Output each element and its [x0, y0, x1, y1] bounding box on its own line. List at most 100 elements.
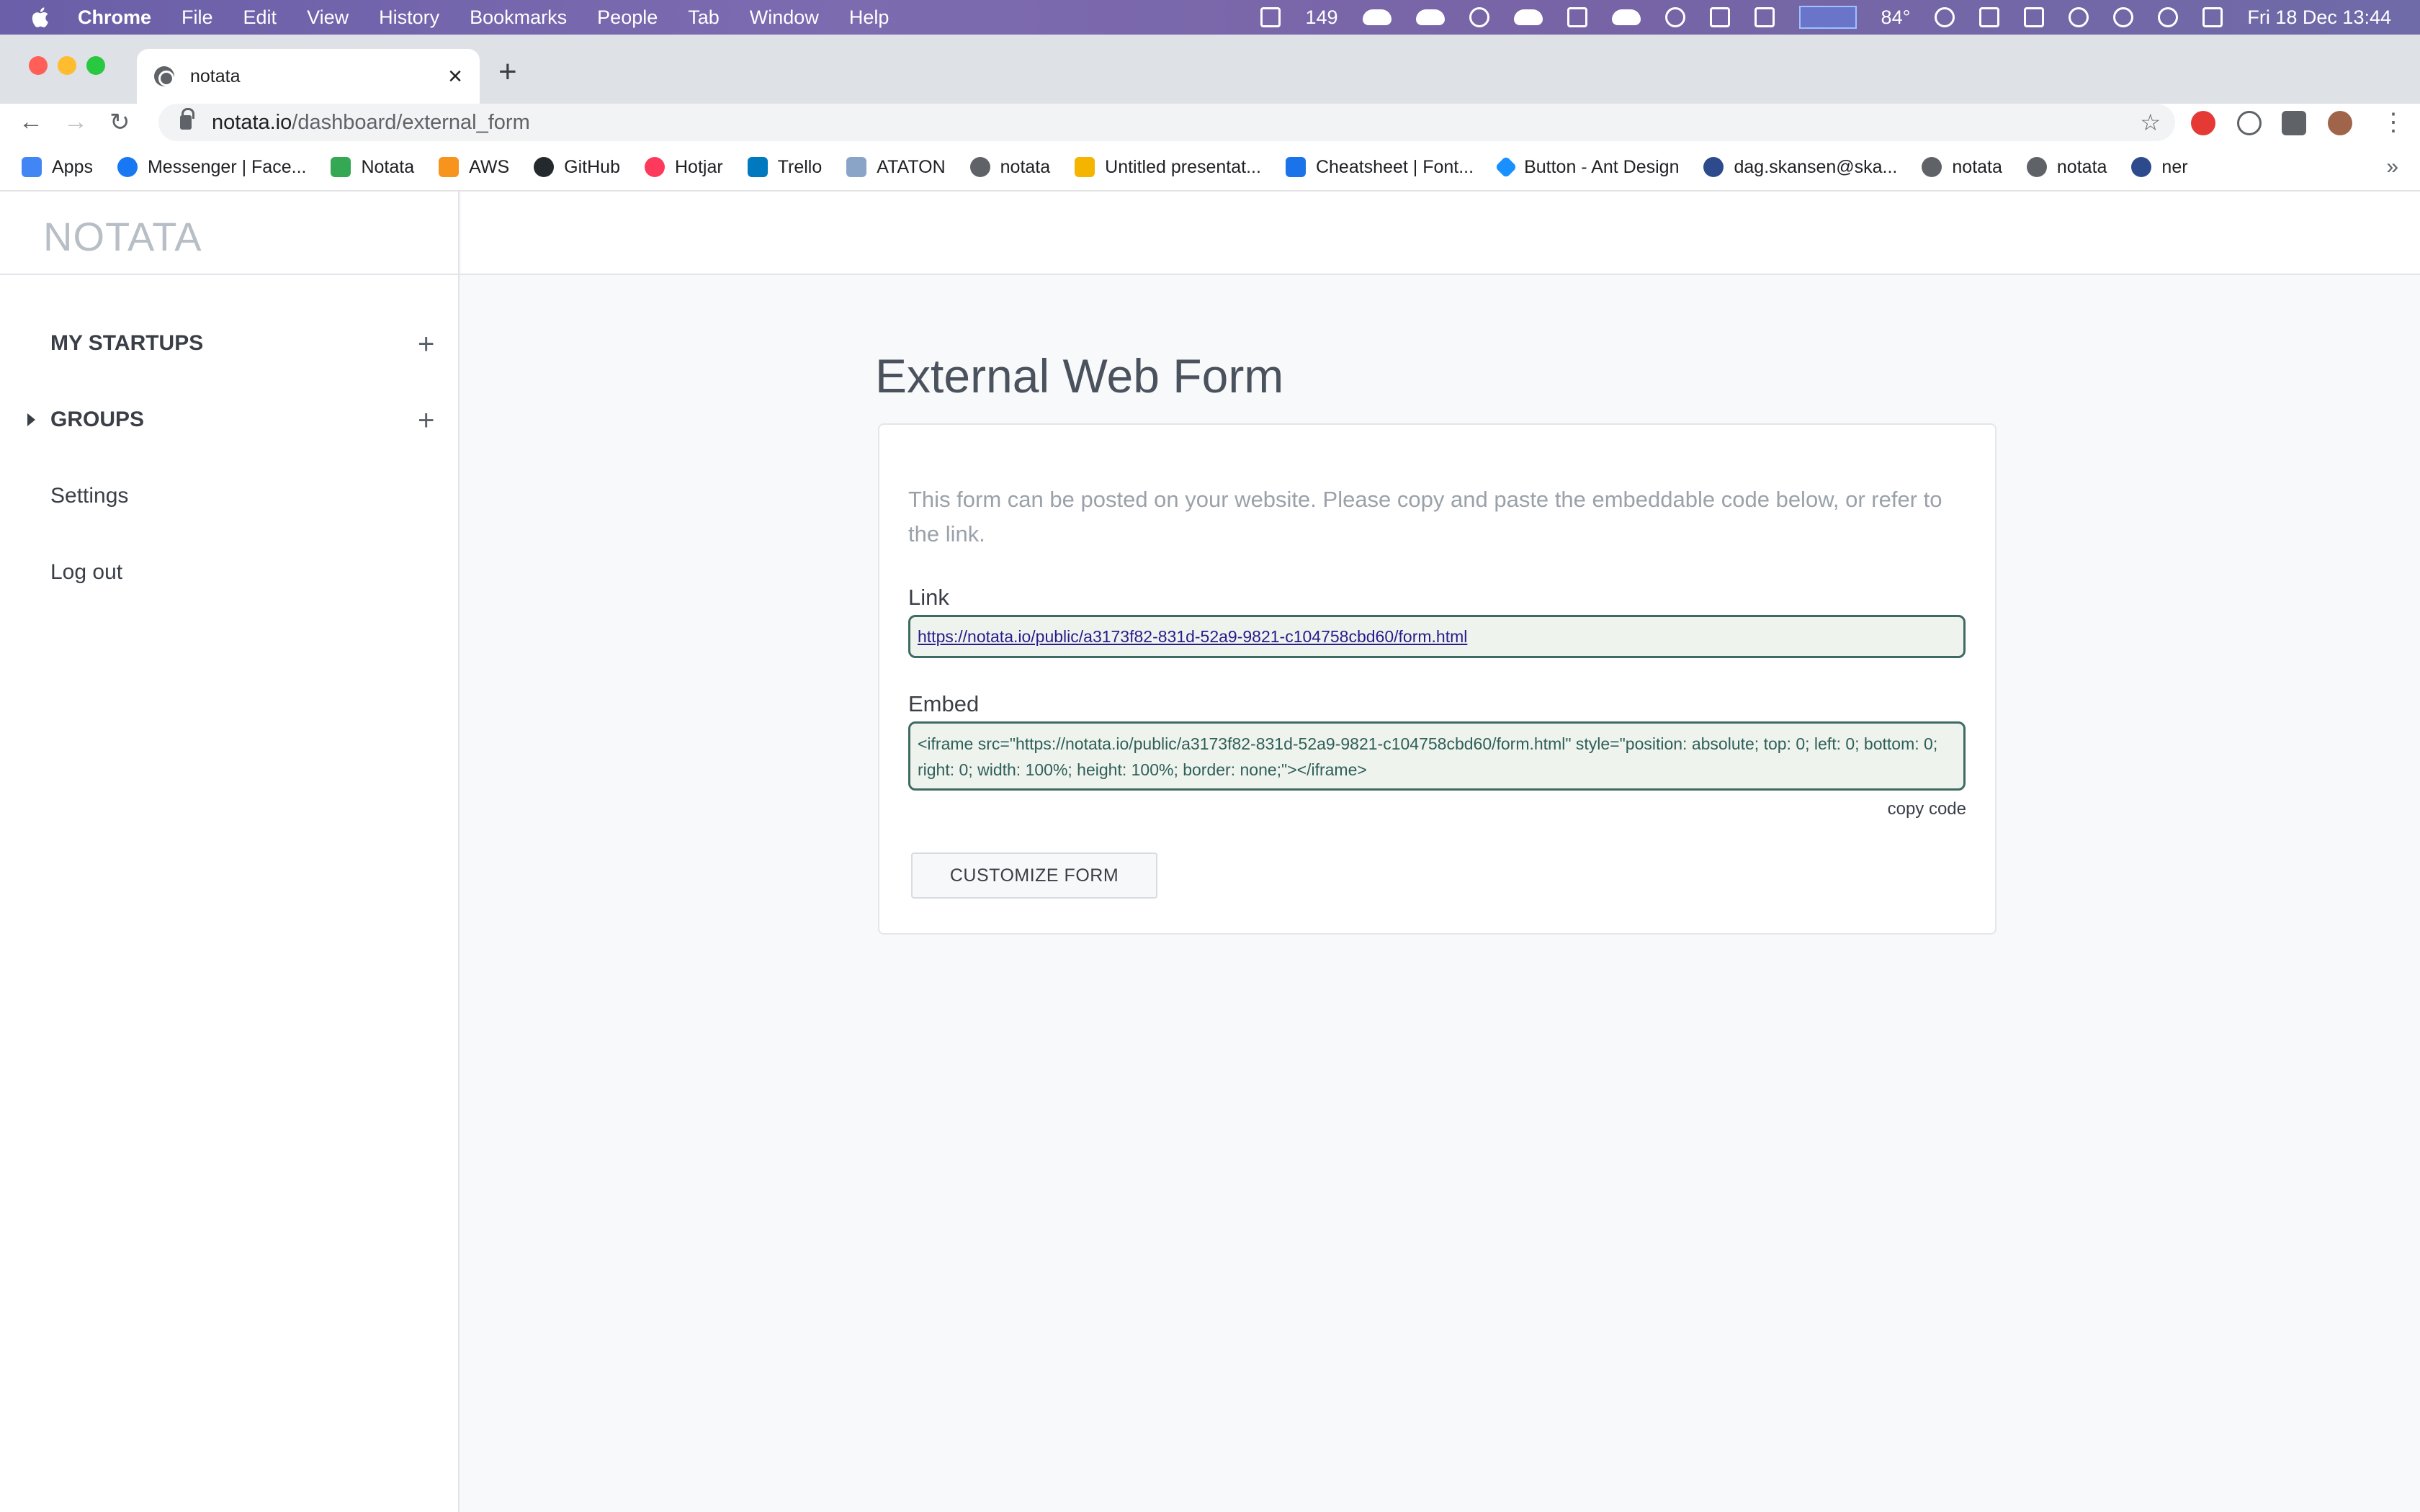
- facebook-icon: [117, 157, 138, 177]
- menu-edit[interactable]: Edit: [243, 6, 277, 29]
- bookmark-apps[interactable]: Apps: [22, 157, 93, 178]
- ataton-icon: [846, 157, 867, 177]
- close-window-icon[interactable]: [29, 56, 48, 75]
- back-arrow-icon[interactable]: ←: [19, 108, 43, 136]
- bookmark-aws[interactable]: AWS: [439, 157, 509, 178]
- menu-people[interactable]: People: [597, 6, 658, 29]
- cloud-upload-icon-3[interactable]: [1513, 9, 1543, 25]
- stats-icon[interactable]: [1567, 7, 1587, 27]
- bookmark-ataton[interactable]: ATATON: [846, 156, 946, 178]
- bookmark-star-icon[interactable]: ☆: [2140, 109, 2161, 136]
- minimize-window-icon[interactable]: [58, 56, 76, 75]
- extensions-puzzle-icon[interactable]: [2282, 111, 2306, 135]
- app-logo[interactable]: NOTATA: [43, 213, 202, 260]
- spotlight-search-icon[interactable]: [2158, 7, 2179, 27]
- embed-code-field[interactable]: <iframe src="https://notata.io/public/a3…: [908, 721, 1966, 791]
- form-public-link[interactable]: https://notata.io/public/a3173f82-831d-5…: [918, 624, 1467, 649]
- battery-icon[interactable]: [2024, 7, 2045, 27]
- menu-window[interactable]: Window: [750, 6, 819, 29]
- address-bar[interactable]: notata.io/dashboard/external_form ☆: [158, 104, 2175, 141]
- badge-count[interactable]: 149: [1305, 6, 1337, 29]
- sidebar: NOTATA MY STARTUPS + GROUPS + Settings L…: [0, 192, 460, 1512]
- app-topbar: [461, 192, 2420, 274]
- sidebar-item-groups[interactable]: GROUPS: [50, 408, 144, 432]
- bookmark-app-icon[interactable]: [1754, 7, 1775, 27]
- tab-close-icon[interactable]: ×: [448, 63, 462, 91]
- chrome-menu-icon[interactable]: ⋮: [2381, 108, 2406, 137]
- forward-arrow-icon[interactable]: →: [63, 108, 88, 136]
- add-group-plus-icon[interactable]: +: [418, 406, 434, 435]
- sidebar-item-settings[interactable]: Settings: [50, 484, 128, 508]
- bookmark-dag-skansen[interactable]: dag.skansen@ska...: [1703, 157, 1897, 178]
- menu-app-name[interactable]: Chrome: [78, 6, 151, 29]
- browser-tab-active[interactable]: notata ×: [137, 49, 480, 104]
- bookmark-label: notata: [2056, 156, 2107, 177]
- bookmark-label: notata: [1000, 156, 1051, 177]
- ant-design-icon: [1494, 156, 1518, 179]
- apple-icon[interactable]: [29, 5, 53, 30]
- bookmark-notata-1[interactable]: notata: [969, 156, 1051, 178]
- bookmark-notata-2[interactable]: notata: [1922, 157, 2002, 178]
- extension-red-icon[interactable]: [2191, 111, 2215, 135]
- wifi-icon[interactable]: [2069, 7, 2089, 27]
- groups-expand-caret-icon[interactable]: [27, 413, 35, 426]
- bookmark-messenger[interactable]: Messenger | Face...: [117, 157, 306, 178]
- aws-icon: [439, 157, 460, 177]
- bookmark-notata-drive[interactable]: Notata: [331, 157, 414, 178]
- bookmark-hotjar[interactable]: Hotjar: [644, 156, 723, 178]
- new-tab-button[interactable]: +: [498, 56, 517, 88]
- bookmarks-bar: Apps Messenger | Face... Notata AWS GitH…: [0, 144, 2420, 192]
- menu-help[interactable]: Help: [849, 6, 889, 29]
- url-host: notata.io: [212, 110, 292, 134]
- lock-icon[interactable]: [180, 108, 194, 130]
- sidebar-item-logout[interactable]: Log out: [50, 560, 122, 585]
- cpu-graph-icon[interactable]: [1798, 6, 1857, 29]
- trello-icon: [747, 157, 768, 177]
- weather-icon[interactable]: [1611, 9, 1641, 25]
- bookmark-trello[interactable]: Trello: [747, 157, 822, 178]
- bookmark-github[interactable]: GitHub: [534, 157, 620, 178]
- bookmark-label: Untitled presentat...: [1105, 156, 1261, 177]
- bookmarks-overflow-button[interactable]: »: [2386, 155, 2398, 179]
- play-icon[interactable]: [1935, 7, 1955, 27]
- database-icon: [2131, 157, 2152, 177]
- extension-a-icon[interactable]: [2237, 111, 2262, 135]
- sidebar-item-my-startups[interactable]: MY STARTUPS: [50, 331, 203, 356]
- password-manager-icon[interactable]: [1469, 7, 1489, 27]
- cloud-upload-icon[interactable]: [1362, 9, 1392, 25]
- add-startup-plus-icon[interactable]: +: [418, 330, 434, 359]
- dropbox-icon[interactable]: [1260, 7, 1281, 27]
- link-field[interactable]: https://notata.io/public/a3173f82-831d-5…: [908, 615, 1966, 658]
- menu-tab[interactable]: Tab: [688, 6, 720, 29]
- bookmark-label: dag.skansen@ska...: [1734, 156, 1898, 177]
- brain-icon[interactable]: [1664, 7, 1685, 27]
- bookmark-untitled-presentation[interactable]: Untitled presentat...: [1075, 157, 1261, 178]
- menu-view[interactable]: View: [307, 6, 349, 29]
- user-icon[interactable]: [2113, 7, 2134, 27]
- browser-toolbar: ← → ↻ notata.io/dashboard/external_form …: [0, 104, 2420, 144]
- reload-icon[interactable]: ↻: [109, 108, 130, 137]
- bookmark-ner[interactable]: ner: [2131, 157, 2188, 178]
- temperature-readout[interactable]: 84°: [1881, 6, 1911, 29]
- profile-avatar[interactable]: [2328, 111, 2352, 135]
- bookmark-label: Hotjar: [674, 156, 723, 177]
- bookmark-label: notata: [1952, 156, 2002, 177]
- menubar-clock[interactable]: Fri 18 Dec 13:44: [2247, 6, 2391, 29]
- customize-form-button[interactable]: CUSTOMIZE FORM: [911, 852, 1157, 899]
- bookmark-label: GitHub: [564, 156, 620, 177]
- cloud-upload-icon-2[interactable]: [1415, 9, 1445, 25]
- bookmark-ant-design[interactable]: Button - Ant Design: [1494, 156, 1679, 179]
- bookmark-label: ATATON: [877, 156, 946, 177]
- bookmark-cheatsheet[interactable]: Cheatsheet | Font...: [1285, 156, 1474, 178]
- copy-code-button[interactable]: copy code: [1888, 799, 1966, 819]
- control-center-icon[interactable]: [2202, 7, 2223, 27]
- layout-icon[interactable]: [1709, 7, 1730, 27]
- bluetooth-icon[interactable]: [1979, 7, 2000, 27]
- menu-history[interactable]: History: [379, 6, 439, 29]
- bookmark-label: Cheatsheet | Font...: [1315, 156, 1474, 177]
- menu-bookmarks[interactable]: Bookmarks: [470, 6, 567, 29]
- apps-grid-icon: [22, 157, 42, 177]
- bookmark-notata-3[interactable]: notata: [2026, 156, 2107, 178]
- menu-file[interactable]: File: [182, 6, 213, 29]
- maximize-window-icon[interactable]: [86, 56, 105, 75]
